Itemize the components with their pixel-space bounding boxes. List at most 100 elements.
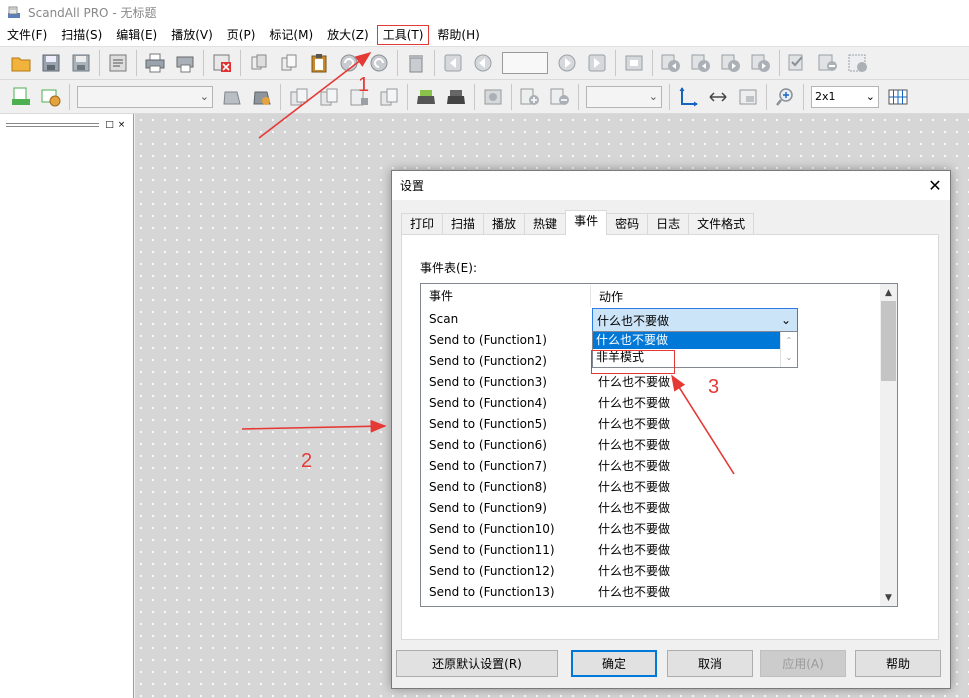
table-scrollbar[interactable]: ▲ ▼ [880,284,897,606]
thumbnail-button[interactable] [621,50,647,76]
menu-zoom[interactable]: 放大(Z) [320,24,376,46]
tab-print[interactable]: 打印 [401,213,444,235]
tab-hotkey[interactable]: 热键 [524,213,567,235]
copy-button[interactable] [276,50,302,76]
restore-defaults-button[interactable]: 还原默认设置(R) [396,650,558,677]
table-row[interactable]: Send to (Function11) 什么也不要做 [421,539,897,560]
fit-width-button[interactable] [705,84,731,110]
add-page-button[interactable] [517,84,543,110]
menu-help[interactable]: 帮助(H) [430,24,486,46]
tab-event[interactable]: 事件 [565,210,608,235]
chevron-down-icon: ⌄ [780,313,791,327]
printer-icon [145,53,165,73]
remove-page-button[interactable] [547,84,573,110]
action-option-do-nothing[interactable]: 什么也不要做 [593,332,780,349]
table-row[interactable]: Send to (Function3) 什么也不要做 [421,371,897,392]
event-cell: Send to (Function8) [429,479,547,494]
scan-button[interactable] [8,84,34,110]
playback-back-button[interactable] [688,50,714,76]
scan-to-button[interactable] [413,84,439,110]
open-folder-button[interactable] [8,50,34,76]
multi-page-view-button[interactable] [885,84,911,110]
paste-button[interactable] [306,50,332,76]
event-cell: Scan [429,311,459,326]
fit-width-icon [709,91,727,102]
print-preview-button[interactable] [172,50,198,76]
column-header-event: 事件 [421,285,591,307]
menu-scan[interactable]: 扫描(S) [54,24,109,46]
dropdown-scrollbar[interactable]: ⌃ ⌄ [780,332,797,367]
fit-axes-button[interactable] [675,84,701,110]
scanner-config-button[interactable] [249,84,275,110]
pane-grip[interactable] [6,123,99,127]
dialog-title: 设置 [400,179,425,193]
scrollbar-thumb[interactable] [881,301,896,381]
next-page-button[interactable] [554,50,580,76]
playback-first-button[interactable] [658,50,684,76]
page-copy-button[interactable] [286,84,312,110]
cancel-button[interactable]: 取消 [667,650,753,677]
scroll-down-icon[interactable]: ▼ [880,589,897,606]
previous-page-button[interactable] [470,50,496,76]
playback-last-button[interactable] [748,50,774,76]
scan-batch-button[interactable] [443,84,469,110]
zoom-in-button[interactable] [772,84,798,110]
menu-page[interactable]: 页(P) [220,24,263,46]
close-document-button[interactable] [209,50,235,76]
page-number-field[interactable] [502,52,548,74]
apply-button[interactable]: 应用(A) [760,650,846,677]
thumbnail-pane: □ × [0,114,134,698]
help-button[interactable]: 帮助 [855,650,941,677]
menu-file[interactable]: 文件(F) [0,24,54,46]
tab-playback[interactable]: 播放 [483,213,526,235]
tab-scan[interactable]: 扫描 [442,213,485,235]
pane-close-icon[interactable]: × [116,120,127,131]
save-button[interactable] [38,50,64,76]
batch-settings-button[interactable] [480,84,506,110]
table-row[interactable]: Send to (Function4) 什么也不要做 [421,392,897,413]
tab-log[interactable]: 日志 [647,213,690,235]
action-select[interactable]: 什么也不要做 ⌄ [592,308,798,332]
properties-button[interactable] [105,50,131,76]
table-row[interactable]: Send to (Function8) 什么也不要做 [421,476,897,497]
grid-mark-button[interactable] [845,50,871,76]
table-row[interactable]: Send to (Function13) 什么也不要做 [421,581,897,602]
save-all-button[interactable] [68,50,94,76]
playback-play-button[interactable] [718,50,744,76]
page-replace-button[interactable] [376,84,402,110]
page-move-button[interactable] [316,84,342,110]
close-icon[interactable]: ✕ [920,171,950,200]
action-option-non-mode[interactable]: 非羊模式 [593,349,780,366]
remove-mark-button[interactable] [815,50,841,76]
scan-settings-button[interactable] [38,84,64,110]
delete-page-button[interactable] [403,50,429,76]
tab-password[interactable]: 密码 [606,213,649,235]
print-button[interactable] [142,50,168,76]
last-page-button[interactable] [584,50,610,76]
ok-button[interactable]: 确定 [571,650,657,677]
rotate-left-button[interactable] [336,50,362,76]
menu-view[interactable]: 播放(V) [164,24,220,46]
layout-select[interactable]: 2x1 ⌄ [811,85,879,108]
table-row[interactable]: Send to (Function5) 什么也不要做 [421,413,897,434]
tab-file-format[interactable]: 文件格式 [688,213,755,235]
menu-mark[interactable]: 标记(M) [262,24,320,46]
table-row[interactable]: Send to (Function12) 什么也不要做 [421,560,897,581]
scanner-option-button[interactable] [219,84,245,110]
first-page-button[interactable] [440,50,466,76]
scroll-up-icon[interactable]: ▲ [880,284,897,301]
menu-tools[interactable]: 工具(T) [376,24,431,46]
actual-size-button[interactable] [735,84,761,110]
table-row[interactable]: Send to (Function9) 什么也不要做 [421,497,897,518]
playback-play-icon [721,54,740,72]
table-row[interactable]: Send to (Function6) 什么也不要做 [421,434,897,455]
menu-edit[interactable]: 编辑(E) [109,24,164,46]
scanner-profile-select[interactable]: ⌄ [77,85,213,108]
table-row[interactable]: Send to (Function7) 什么也不要做 [421,455,897,476]
cut-button[interactable] [246,50,272,76]
check-mark-button[interactable] [785,50,811,76]
rotate-right-button[interactable] [366,50,392,76]
pane-restore-icon[interactable]: □ [104,120,115,131]
view-mode-select[interactable]: ⌄ [586,85,662,108]
table-row[interactable]: Send to (Function10) 什么也不要做 [421,518,897,539]
